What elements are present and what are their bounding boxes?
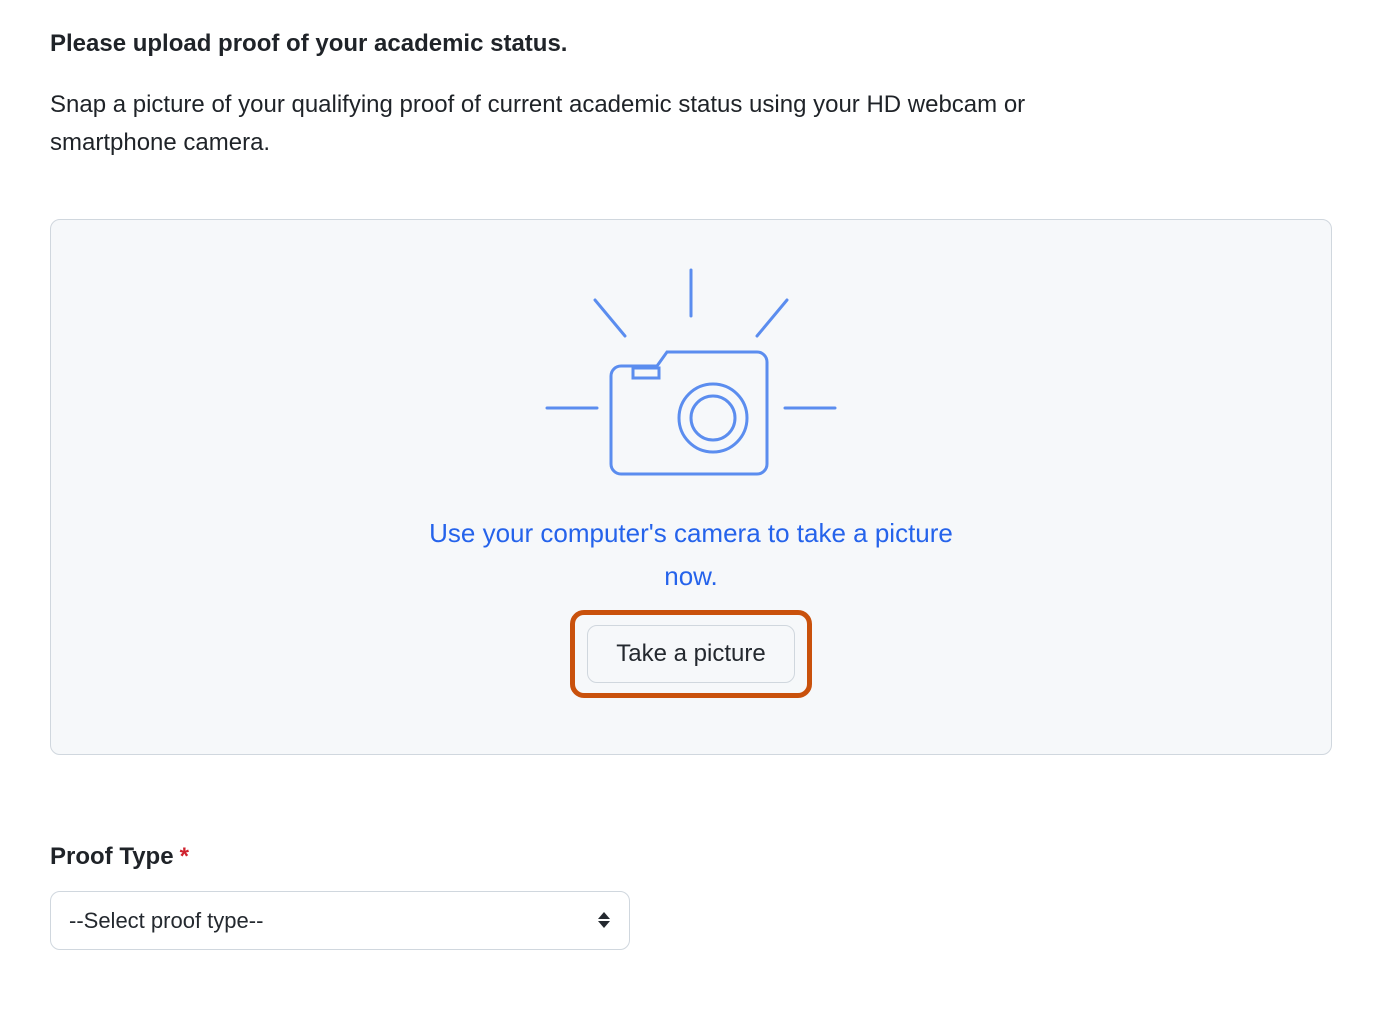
camera-prompt-text: Use your computer's camera to take a pic… — [411, 512, 971, 598]
upload-heading: Please upload proof of your academic sta… — [50, 30, 1332, 58]
required-indicator: * — [180, 843, 189, 871]
upload-panel: Use your computer's camera to take a pic… — [50, 219, 1332, 755]
take-picture-button[interactable]: Take a picture — [587, 625, 794, 683]
upload-description: Snap a picture of your qualifying proof … — [50, 86, 1150, 163]
proof-type-select-wrapper: --Select proof type-- — [50, 891, 630, 950]
highlight-frame: Take a picture — [570, 610, 811, 698]
proof-type-select[interactable]: --Select proof type-- — [50, 891, 630, 950]
proof-type-label: Proof Type * — [50, 843, 1332, 871]
proof-type-label-text: Proof Type — [50, 843, 174, 871]
camera-icon — [511, 268, 871, 488]
